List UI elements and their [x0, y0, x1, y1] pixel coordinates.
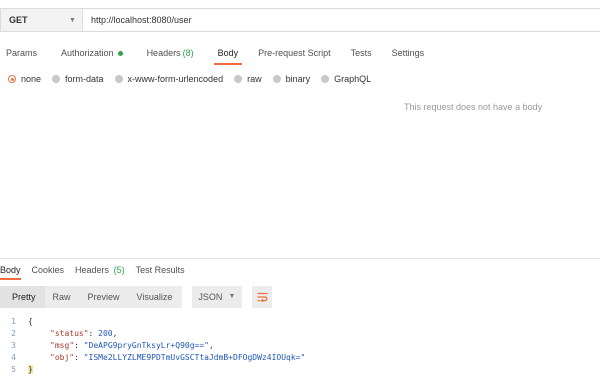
chevron-down-icon: ▼ [69, 17, 76, 24]
response-divider [0, 258, 600, 259]
tab-headers[interactable]: Headers (8) [147, 44, 194, 62]
line-number: 5 [11, 364, 16, 374]
json-brace: } [28, 364, 33, 374]
line-number: 3 [11, 340, 16, 350]
radio-label: x-www-form-urlencoded [127, 74, 224, 84]
method-select[interactable]: GET ▼ [1, 9, 83, 31]
active-tab-indicator [0, 278, 21, 280]
radio-raw[interactable]: raw [234, 74, 262, 84]
line-number: 2 [11, 328, 16, 338]
tab-label: Pre-request Script [258, 48, 331, 58]
wrap-lines-icon [257, 292, 268, 302]
tab-count: (8) [182, 48, 194, 58]
method-label: GET [9, 15, 28, 25]
view-preview-button[interactable]: Preview [80, 286, 129, 308]
tab-body[interactable]: Body [213, 44, 243, 65]
radio-label: raw [247, 74, 262, 84]
tab-settings[interactable]: Settings [392, 44, 425, 62]
radio-none[interactable]: none [8, 74, 41, 84]
tab-label: Cookies [31, 265, 65, 275]
tab-pre-request-script[interactable]: Pre-request Script [258, 44, 331, 62]
line-number: 4 [11, 352, 16, 362]
radio-icon [272, 75, 281, 83]
radio-icon [321, 75, 330, 83]
radio-icon [114, 75, 123, 83]
active-tab-indicator [213, 63, 243, 65]
request-tabs: Params Authorization Headers (8) Body Pr… [0, 44, 425, 65]
tab-label: Authorization [61, 48, 114, 58]
radio-icon [234, 75, 243, 83]
body-type-options: none form-data x-www-form-urlencoded raw… [8, 72, 382, 86]
chevron-down-icon: ▼ [228, 293, 236, 300]
tab-label: Headers [146, 48, 181, 58]
view-raw-button[interactable]: Raw [45, 286, 80, 308]
radio-graphql[interactable]: GraphQL [321, 74, 371, 84]
view-pretty-button[interactable]: Pretty [0, 286, 45, 308]
url-input[interactable]: http://localhost:8080/user [83, 15, 192, 25]
json-value: "ISMe2LLYZLME9PDTmUvGSCTtaJdmB+DFOgDWz4I… [83, 352, 306, 362]
empty-body-message: This request does not have a body [404, 102, 543, 112]
tab-tests[interactable]: Tests [351, 44, 372, 62]
tab-count: (5) [113, 265, 125, 275]
tab-params[interactable]: Params [6, 44, 37, 62]
radio-x-www-form-urlencoded[interactable]: x-www-form-urlencoded [114, 74, 224, 84]
view-mode-group: Pretty Raw Preview Visualize [0, 286, 183, 308]
tab-label: Test Results [135, 265, 185, 275]
format-select[interactable]: JSON ▼ [192, 286, 243, 308]
code-line: 1 { [0, 315, 600, 327]
json-key: "msg" [50, 340, 75, 350]
radio-label: none [21, 74, 42, 84]
response-tabs: Body Cookies Headers (5) Test Results [0, 263, 185, 280]
format-label: JSON [198, 292, 223, 302]
tab-authorization[interactable]: Authorization [61, 44, 123, 62]
code-line: 5 } [0, 363, 600, 375]
json-key: "status" [50, 328, 89, 338]
line-number: 1 [11, 316, 16, 326]
radio-binary[interactable]: binary [272, 74, 311, 84]
radio-label: form-data [65, 74, 104, 84]
code-line: 2 "status" : 200 , [0, 327, 600, 339]
tab-label: Body [217, 48, 239, 58]
wrap-lines-button[interactable] [252, 286, 273, 308]
radio-label: binary [285, 74, 311, 84]
response-body-code[interactable]: 1 { 2 "status" : 200 , 3 "msg" : "DeAPG9… [0, 315, 600, 375]
tab-label: Tests [350, 48, 372, 58]
status-dot-icon [117, 50, 123, 56]
response-tab-cookies[interactable]: Cookies [32, 265, 65, 275]
tab-label: Headers [75, 265, 110, 275]
radio-icon [52, 75, 61, 83]
code-line: 4 "obj" : "ISMe2LLYZLME9PDTmUvGSCTtaJdmB… [0, 351, 600, 363]
tab-label: Settings [391, 48, 425, 58]
tab-label: Params [6, 48, 38, 58]
response-tab-body[interactable]: Body [0, 265, 21, 280]
radio-form-data[interactable]: form-data [52, 74, 104, 84]
radio-selected-icon [8, 75, 16, 83]
response-tab-headers[interactable]: Headers (5) [75, 265, 125, 275]
radio-label: GraphQL [334, 74, 372, 84]
response-view-toolbar: Pretty Raw Preview Visualize JSON ▼ [0, 286, 273, 308]
json-brace: { [28, 316, 33, 326]
json-value: 200 [98, 328, 113, 338]
json-key: "obj" [50, 352, 75, 362]
view-visualize-button[interactable]: Visualize [129, 286, 183, 308]
response-tab-test-results[interactable]: Test Results [136, 265, 185, 275]
tab-label: Body [0, 265, 21, 275]
request-bar: GET ▼ http://localhost:8080/user [0, 8, 600, 32]
code-line: 3 "msg" : "DeAPG9pryGnTksyLr+Q90g==" , [0, 339, 600, 351]
json-value: "DeAPG9pryGnTksyLr+Q90g==" [83, 340, 209, 350]
